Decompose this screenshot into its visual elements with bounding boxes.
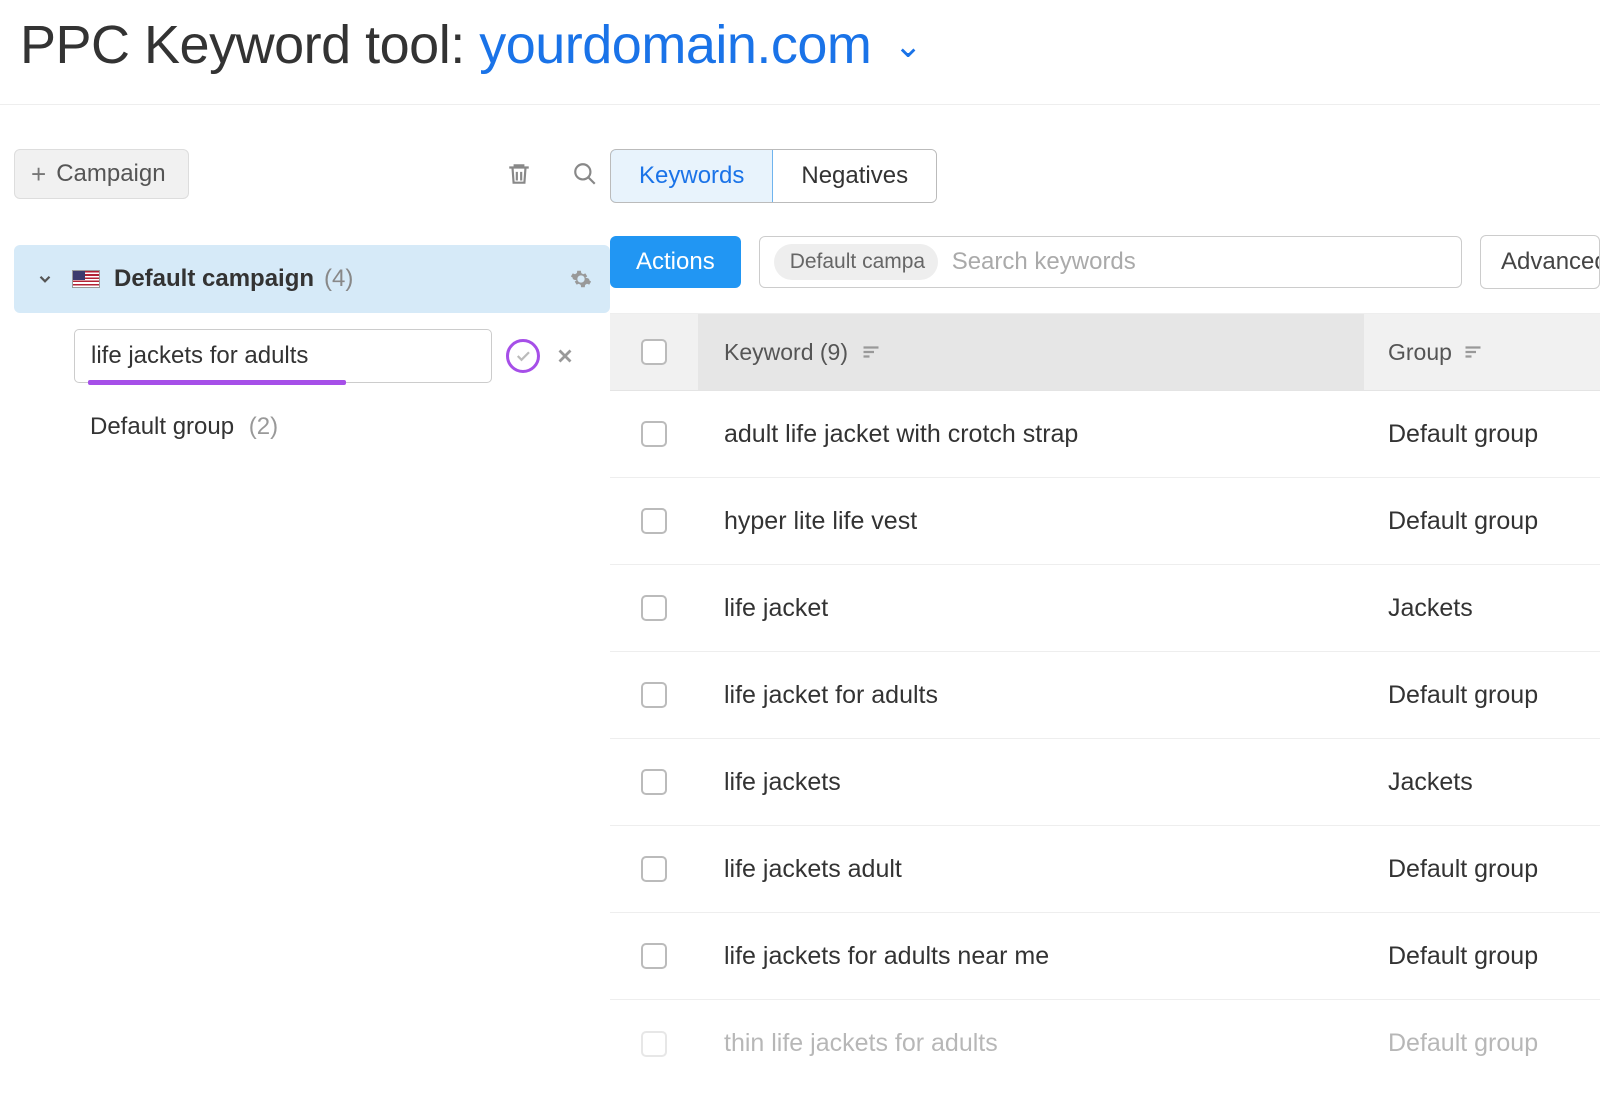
select-all-checkbox[interactable] bbox=[641, 339, 667, 365]
search-icon[interactable] bbox=[572, 161, 598, 187]
trash-icon[interactable] bbox=[506, 161, 532, 187]
row-checkbox[interactable] bbox=[641, 856, 667, 882]
group-cell: Default group bbox=[1364, 420, 1600, 449]
group-cell: Default group bbox=[1364, 507, 1600, 536]
actions-button[interactable]: Actions bbox=[610, 236, 741, 288]
group-cell: Jackets bbox=[1364, 594, 1600, 623]
title-prefix: PPC Keyword tool: bbox=[20, 15, 465, 75]
search-filter-chip[interactable]: Default campa bbox=[774, 244, 938, 280]
new-group-input[interactable] bbox=[74, 329, 492, 383]
column-keyword-header[interactable]: Keyword (9) bbox=[698, 314, 1364, 390]
row-checkbox[interactable] bbox=[641, 943, 667, 969]
highlight-underline bbox=[88, 380, 346, 385]
keyword-cell: hyper lite life vest bbox=[698, 507, 1364, 536]
table-header: Keyword (9) Group bbox=[610, 313, 1600, 391]
keyword-cell: life jackets bbox=[698, 768, 1364, 797]
row-checkbox[interactable] bbox=[641, 769, 667, 795]
domain-text: yourdomain.com bbox=[479, 15, 871, 75]
group-count: (2) bbox=[249, 413, 278, 440]
search-input[interactable] bbox=[952, 248, 1447, 276]
tab-keywords[interactable]: Keywords bbox=[610, 149, 773, 203]
tab-group: Keywords Negatives bbox=[610, 149, 937, 203]
add-campaign-label: Campaign bbox=[56, 160, 165, 188]
plus-icon: + bbox=[31, 161, 46, 187]
campaign-row[interactable]: Default campaign (4) bbox=[14, 245, 610, 313]
keyword-cell: adult life jacket with crotch strap bbox=[698, 420, 1364, 449]
page-title: PPC Keyword tool: yourdomain.com ⌄ bbox=[20, 14, 1580, 76]
us-flag-icon bbox=[72, 270, 100, 288]
sort-icon bbox=[1464, 345, 1482, 359]
gear-icon[interactable] bbox=[570, 268, 592, 290]
sidebar-toolbar: + Campaign bbox=[14, 149, 610, 199]
table-row[interactable]: life jacket for adultsDefault group bbox=[610, 652, 1600, 739]
table-row[interactable]: hyper lite life vestDefault group bbox=[610, 478, 1600, 565]
keyword-cell: life jacket for adults bbox=[698, 681, 1364, 710]
add-campaign-button[interactable]: + Campaign bbox=[14, 149, 189, 199]
group-name: Default group bbox=[90, 413, 234, 440]
group-cell: Jackets bbox=[1364, 768, 1600, 797]
table-row[interactable]: life jackets for adults near meDefault g… bbox=[610, 913, 1600, 1000]
keyword-cell: life jackets for adults near me bbox=[698, 942, 1364, 971]
column-keyword-label: Keyword (9) bbox=[724, 339, 848, 366]
group-cell: Default group bbox=[1364, 1029, 1600, 1058]
main-panel: Keywords Negatives Actions Default campa… bbox=[610, 149, 1600, 1087]
column-group-header[interactable]: Group bbox=[1364, 339, 1600, 366]
main-toolbar: Actions Default campa Advanced bbox=[610, 235, 1600, 289]
chevron-down-icon: ⌄ bbox=[894, 26, 922, 66]
table-row[interactable]: life jacketsJackets bbox=[610, 739, 1600, 826]
column-group-label: Group bbox=[1388, 339, 1452, 366]
campaign-count: (4) bbox=[324, 265, 353, 293]
cancel-button[interactable] bbox=[554, 345, 576, 367]
table-row[interactable]: life jacketJackets bbox=[610, 565, 1600, 652]
keyword-cell: life jackets adult bbox=[698, 855, 1364, 884]
campaign-name: Default campaign bbox=[114, 265, 314, 293]
table-row[interactable]: adult life jacket with crotch strapDefau… bbox=[610, 391, 1600, 478]
chevron-down-icon bbox=[36, 270, 54, 288]
domain-dropdown[interactable]: yourdomain.com ⌄ bbox=[479, 15, 922, 75]
sidebar: + Campaign Default campaign (4) bbox=[14, 149, 610, 1087]
table-row[interactable]: life jackets adultDefault group bbox=[610, 826, 1600, 913]
keyword-search[interactable]: Default campa bbox=[759, 236, 1462, 288]
sort-icon bbox=[862, 345, 880, 359]
page-header: PPC Keyword tool: yourdomain.com ⌄ bbox=[0, 0, 1600, 105]
keyword-cell: thin life jackets for adults bbox=[698, 1029, 1364, 1058]
advanced-filters-button[interactable]: Advanced bbox=[1480, 235, 1600, 289]
table-row[interactable]: thin life jackets for adultsDefault grou… bbox=[610, 1000, 1600, 1087]
row-checkbox[interactable] bbox=[641, 595, 667, 621]
group-cell: Default group bbox=[1364, 681, 1600, 710]
group-cell: Default group bbox=[1364, 942, 1600, 971]
confirm-button[interactable] bbox=[506, 339, 540, 373]
row-checkbox[interactable] bbox=[641, 1031, 667, 1057]
group-cell: Default group bbox=[1364, 855, 1600, 884]
row-checkbox[interactable] bbox=[641, 421, 667, 447]
tab-negatives[interactable]: Negatives bbox=[772, 150, 936, 202]
row-checkbox[interactable] bbox=[641, 508, 667, 534]
table-body: adult life jacket with crotch strapDefau… bbox=[610, 391, 1600, 1087]
keyword-cell: life jacket bbox=[698, 594, 1364, 623]
new-group-row bbox=[14, 329, 610, 383]
row-checkbox[interactable] bbox=[641, 682, 667, 708]
group-item[interactable]: Default group (2) bbox=[14, 413, 610, 441]
